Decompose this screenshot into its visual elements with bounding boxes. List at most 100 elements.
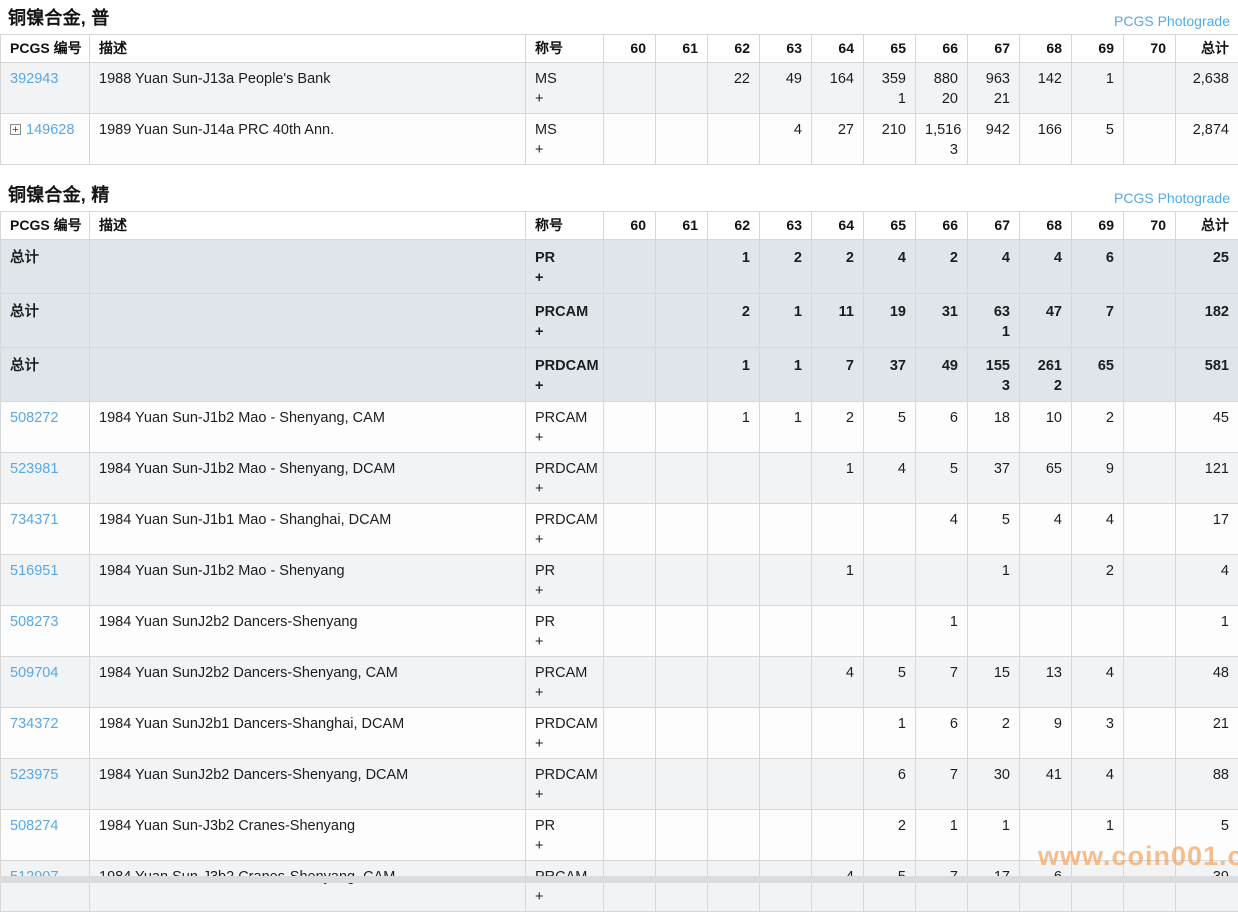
population-table: PCGS 编号描述称号6061626364656667686970总计39294… bbox=[0, 34, 1238, 165]
grade-count-cell bbox=[604, 555, 656, 606]
grade-count: 4 bbox=[821, 663, 854, 683]
grade-count-cell: 1 bbox=[812, 453, 864, 504]
coin-description-cell: 1988 Yuan Sun-J13a People's Bank bbox=[90, 63, 526, 114]
grade-count-cell bbox=[656, 453, 708, 504]
grade-count-cell: 15 bbox=[968, 657, 1020, 708]
pcgs-number-link[interactable]: 392943 bbox=[10, 71, 58, 87]
grade-count-cell bbox=[604, 63, 656, 114]
grade-count-cell bbox=[604, 402, 656, 453]
grade-count-cell bbox=[812, 810, 864, 861]
grade-count-cell bbox=[604, 708, 656, 759]
column-header: 66 bbox=[916, 35, 968, 63]
designation-plus-label: + bbox=[535, 479, 594, 499]
grade-count-cell bbox=[656, 348, 708, 402]
grade-count-cell bbox=[604, 453, 656, 504]
grade-count-cell bbox=[760, 453, 812, 504]
expand-icon[interactable]: + bbox=[10, 124, 21, 135]
grade-count-cell: 1 bbox=[708, 240, 760, 294]
designation-plus-label: + bbox=[535, 785, 594, 805]
grade-count-cell bbox=[708, 504, 760, 555]
table-row: 5082731984 Yuan SunJ2b2 Dancers-Shenyang… bbox=[1, 606, 1238, 657]
grade-count-cell bbox=[656, 504, 708, 555]
designation-cell: MS+ bbox=[526, 63, 604, 114]
pcgs-photograde-link[interactable]: PCGS Photograde bbox=[1114, 190, 1230, 207]
grade-count-cell bbox=[1124, 294, 1176, 348]
coin-description-cell: 1984 Yuan Sun-J1b1 Mao - Shanghai, DCAM bbox=[90, 504, 526, 555]
grade-count-cell bbox=[1124, 555, 1176, 606]
grade-count: 142 bbox=[1029, 69, 1062, 89]
grade-count: 2 bbox=[717, 302, 750, 322]
grade-count-cell: 4 bbox=[916, 504, 968, 555]
grade-count-cell: 2 bbox=[1072, 402, 1124, 453]
total-count-cell: 2,874 bbox=[1176, 114, 1238, 165]
grade-count: 963 bbox=[977, 69, 1010, 89]
column-header: 68 bbox=[1020, 35, 1072, 63]
grade-count-cell bbox=[1124, 861, 1176, 912]
column-header: 61 bbox=[656, 212, 708, 240]
grade-count: 63 bbox=[977, 302, 1010, 322]
pcgs-number-link[interactable]: 734371 bbox=[10, 512, 58, 528]
grade-count: 880 bbox=[925, 69, 958, 89]
grade-count-cell bbox=[1124, 810, 1176, 861]
grade-count-cell: 6 bbox=[916, 402, 968, 453]
grade-count-cell: 2 bbox=[812, 240, 864, 294]
grade-count-cell bbox=[656, 402, 708, 453]
summary-row: 总计PRDCAM+11737491553261265581 bbox=[1, 348, 1238, 402]
column-header: 60 bbox=[604, 212, 656, 240]
grade-count-cell: 4 bbox=[1072, 657, 1124, 708]
grade-count-cell: 5 bbox=[864, 657, 916, 708]
pcgs-number-link[interactable]: 508274 bbox=[10, 818, 58, 834]
table-body: 3929431988 Yuan Sun-J13a People's BankMS… bbox=[1, 63, 1238, 165]
grade-count: 7 bbox=[821, 356, 854, 376]
grade-count-cell bbox=[604, 657, 656, 708]
column-header: 65 bbox=[864, 212, 916, 240]
grade-plus-count: 1 bbox=[873, 89, 906, 109]
designation-plus-label: + bbox=[535, 322, 594, 342]
grade-count-cell: 2 bbox=[708, 294, 760, 348]
designation-label: MS bbox=[535, 120, 594, 140]
pcgs-number-link[interactable]: 508273 bbox=[10, 614, 58, 630]
section-header-bar: 铜镍合金, 精PCGS Photograde bbox=[0, 177, 1238, 211]
pcgs-number-link[interactable]: 149628 bbox=[26, 122, 74, 138]
grade-count-cell: 1 bbox=[708, 348, 760, 402]
pcgs-number-link[interactable]: 523981 bbox=[10, 461, 58, 477]
table-row: 5169511984 Yuan Sun-J1b2 Mao - ShenyangP… bbox=[1, 555, 1238, 606]
pcgs-number-cell: 734372 bbox=[1, 708, 90, 759]
pcgs-number-link[interactable]: 509704 bbox=[10, 665, 58, 681]
pcgs-number-link[interactable]: 508272 bbox=[10, 410, 58, 426]
pcgs-number-link[interactable]: 734372 bbox=[10, 716, 58, 732]
grade-count-cell bbox=[812, 606, 864, 657]
grade-count-cell: 37 bbox=[968, 453, 1020, 504]
table-row: 5082721984 Yuan Sun-J1b2 Mao - Shenyang,… bbox=[1, 402, 1238, 453]
grade-count-cell: 6 bbox=[1072, 240, 1124, 294]
grade-count-cell bbox=[708, 708, 760, 759]
grade-count-cell bbox=[968, 606, 1020, 657]
designation-plus-label: + bbox=[535, 887, 594, 907]
grade-plus-count: 21 bbox=[977, 89, 1010, 109]
total-count-cell: 17 bbox=[1176, 504, 1238, 555]
grade-count-cell bbox=[1124, 453, 1176, 504]
pcgs-number-link[interactable]: 516951 bbox=[10, 563, 58, 579]
pcgs-number-link[interactable]: 523975 bbox=[10, 767, 58, 783]
grade-count-cell bbox=[760, 810, 812, 861]
pcgs-number-cell: 总计 bbox=[1, 240, 90, 294]
grade-count: 18 bbox=[977, 408, 1010, 428]
column-header: 称号 bbox=[526, 212, 604, 240]
designation-plus-label: + bbox=[535, 89, 594, 109]
header-row: PCGS 编号描述称号6061626364656667686970总计 bbox=[1, 212, 1238, 240]
grade-count: 4 bbox=[1029, 248, 1062, 268]
grade-count-cell: 2 bbox=[760, 240, 812, 294]
grade-plus-count: 1 bbox=[977, 322, 1010, 342]
grade-count-cell: 5 bbox=[864, 402, 916, 453]
horizontal-scrollbar[interactable] bbox=[0, 876, 1238, 883]
grade-count-cell: 1 bbox=[864, 708, 916, 759]
column-header: 68 bbox=[1020, 212, 1072, 240]
designation-cell: PRCAM+ bbox=[526, 657, 604, 708]
grade-count-cell: 49 bbox=[916, 348, 968, 402]
pcgs-photograde-link[interactable]: PCGS Photograde bbox=[1114, 13, 1230, 30]
column-header: 总计 bbox=[1176, 35, 1238, 63]
grade-count-cell: 65 bbox=[1020, 453, 1072, 504]
coin-description-cell bbox=[90, 240, 526, 294]
coin-description-cell: 1984 Yuan SunJ2b1 Dancers-Shanghai, DCAM bbox=[90, 708, 526, 759]
grade-count-cell: 4 bbox=[760, 114, 812, 165]
